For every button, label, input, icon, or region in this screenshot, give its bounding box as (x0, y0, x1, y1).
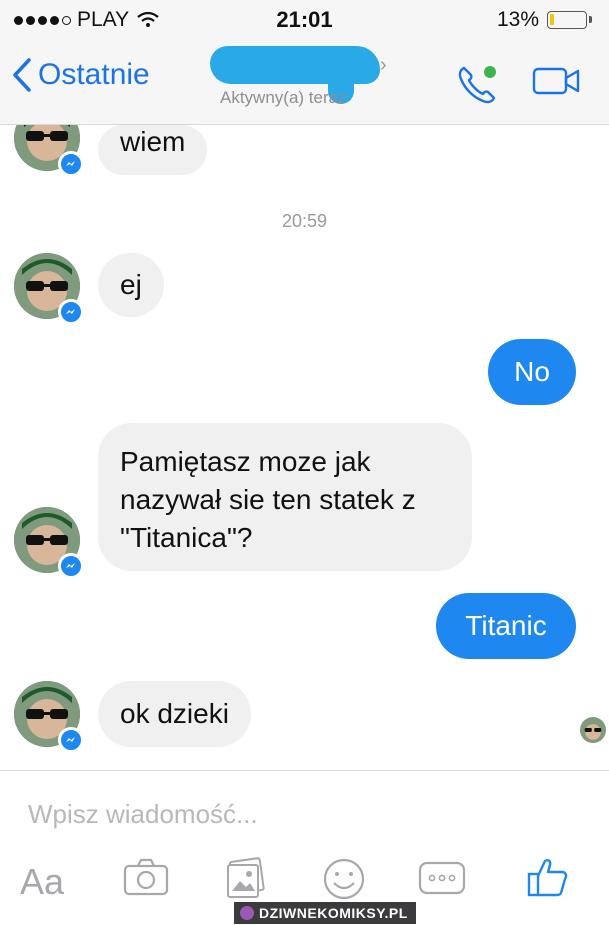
chevron-left-icon (13, 58, 31, 92)
video-call-button[interactable] (532, 66, 582, 101)
contact-name-redacted[interactable] (210, 46, 380, 104)
battery-percentage: 13% (496, 8, 539, 31)
text-format-button[interactable]: Aa (20, 861, 64, 903)
watermark: DZIWNEKOMIKSY.PL (234, 902, 416, 924)
message-bubble-outgoing[interactable]: No (488, 339, 576, 405)
message-text: wiem (120, 126, 186, 157)
emoji-button[interactable] (322, 857, 366, 906)
message-text: ok dzieki (120, 698, 229, 729)
contact-avatar[interactable] (14, 253, 84, 325)
message-bubble-incoming[interactable]: wiem (98, 125, 208, 175)
message-bubble-incoming[interactable]: ok dzieki (98, 681, 251, 747)
thumbs-up-icon (527, 859, 568, 897)
contact-avatar[interactable] (14, 681, 84, 753)
message-text: Titanic (465, 610, 547, 641)
messenger-badge-icon (58, 299, 84, 325)
gallery-button[interactable] (224, 857, 268, 904)
message-text-line: Pamiętasz moze jak (120, 446, 371, 477)
chevron-right-icon: › (380, 54, 387, 76)
messenger-badge-icon (58, 553, 84, 579)
contact-avatar[interactable] (14, 125, 84, 177)
status-bar: PLAY 21:01 13% (0, 0, 609, 40)
smiley-icon (323, 858, 365, 900)
messenger-badge-icon (58, 727, 84, 753)
contact-avatar[interactable] (14, 507, 84, 579)
active-status: Aktywny(a) teraz (220, 88, 347, 107)
message-text: No (514, 356, 550, 387)
timestamp: 20:59 (281, 211, 328, 231)
message-list[interactable]: wiem 20:59 ej No Pamiętasz moze jak nazy… (0, 125, 609, 770)
message-text-line: nazywał sie ten statek z (120, 484, 416, 515)
phone-icon (458, 66, 496, 104)
messenger-badge-icon (58, 151, 84, 177)
battery-icon (547, 11, 592, 29)
message-text-line: "Titanica"? (120, 522, 253, 553)
message-bubble-incoming[interactable]: Pamiętasz moze jak nazywał sie ten state… (98, 423, 472, 571)
camera-button[interactable] (122, 857, 170, 902)
more-button[interactable] (418, 861, 466, 900)
camera-icon (123, 858, 169, 896)
back-button[interactable]: Ostatnie (12, 58, 150, 92)
message-bubble-incoming[interactable]: ej (98, 253, 164, 317)
message-text: ej (120, 269, 142, 300)
like-button[interactable] (526, 855, 570, 904)
call-button[interactable] (456, 64, 500, 111)
watermark-text: DZIWNEKOMIKSY.PL (259, 905, 408, 921)
image-icon (227, 857, 265, 898)
read-receipt-avatar (580, 717, 606, 743)
conversation-header: Ostatnie › Aktywny(a) teraz (0, 40, 609, 125)
ellipsis-icon (418, 861, 466, 895)
message-input[interactable]: Wpisz wiadomość... (28, 799, 568, 830)
video-camera-icon (532, 67, 580, 95)
message-bubble-outgoing[interactable]: Titanic (436, 593, 576, 659)
back-label: Ostatnie (38, 58, 150, 91)
watermark-logo-icon (240, 906, 254, 920)
